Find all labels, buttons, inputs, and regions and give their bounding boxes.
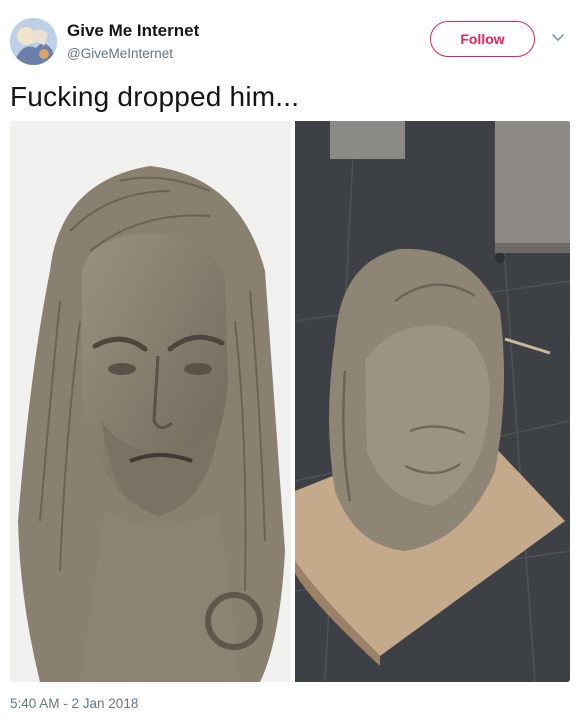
tweet-text: Fucking dropped him...	[10, 81, 300, 112]
follow-button[interactable]: Follow	[430, 21, 535, 57]
author-names: Give Me Internet @GiveMeInternet	[67, 20, 199, 63]
avatar-image-icon	[10, 18, 57, 65]
tweet-card: Give Me Internet @GiveMeInternet Follow …	[0, 0, 577, 726]
avatar[interactable]	[10, 18, 57, 65]
clay-bust-dropped-photo[interactable]	[295, 121, 570, 682]
author-display-name[interactable]: Give Me Internet	[67, 20, 199, 42]
media-grid	[10, 121, 570, 682]
chevron-down-icon[interactable]	[550, 30, 566, 46]
tweet-timestamp[interactable]: 5:40 AM - 2 Jan 2018	[10, 695, 138, 713]
author-handle[interactable]: @GiveMeInternet	[67, 45, 199, 63]
clay-bust-before-photo[interactable]	[10, 121, 291, 682]
tweet-header: Give Me Internet @GiveMeInternet Follow	[0, 0, 577, 80]
